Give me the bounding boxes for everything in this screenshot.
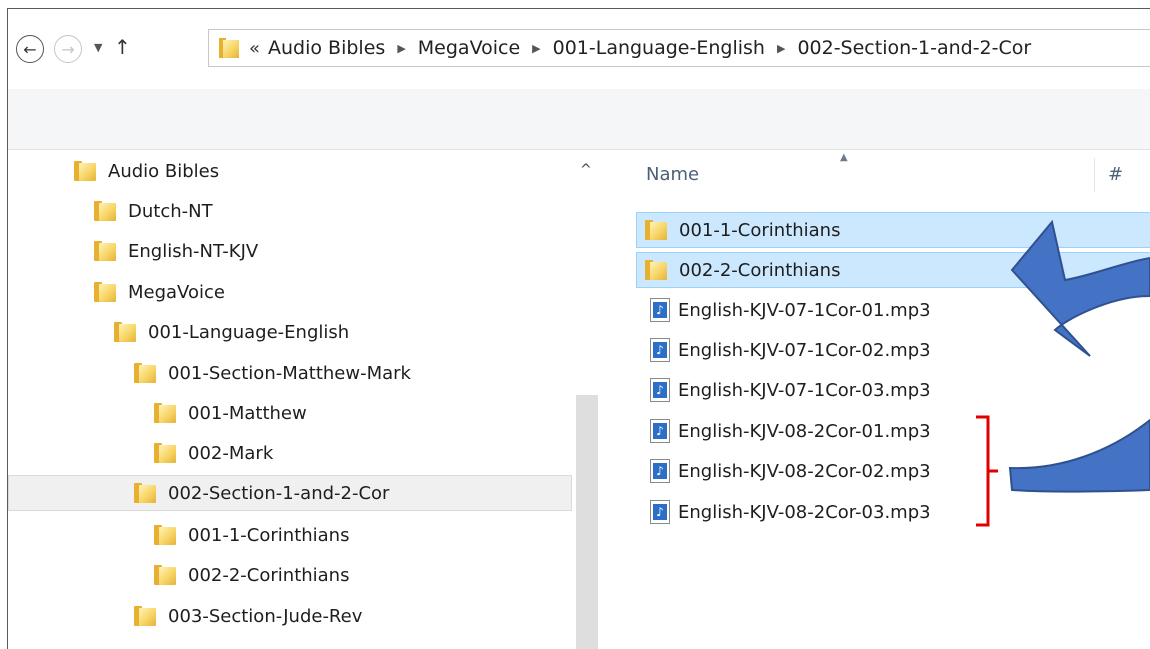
breadcrumb-megavoice[interactable]: MegaVoice bbox=[418, 37, 520, 59]
audio-file-icon: ♪ bbox=[650, 338, 670, 362]
folder-icon bbox=[94, 201, 116, 221]
file-name: 002-2-Corinthians bbox=[679, 259, 841, 281]
file-row-1-corinthians[interactable]: 001-1-Corinthians bbox=[636, 212, 1150, 248]
tree-item-section-matthew-mark[interactable]: 001-Section-Matthew-Mark bbox=[134, 358, 411, 388]
file-name: English-KJV-08-2Cor-01.mp3 bbox=[678, 420, 931, 442]
column-separator[interactable] bbox=[1094, 158, 1095, 192]
tree-item-label: 001-Section-Matthew-Mark bbox=[168, 362, 411, 384]
file-row-2cor-02[interactable]: ♪ English-KJV-08-2Cor-02.mp3 bbox=[636, 454, 931, 488]
up-folder-button[interactable]: ↑ bbox=[114, 35, 131, 59]
file-name: 001-1-Corinthians bbox=[679, 219, 841, 241]
breadcrumb-language-english[interactable]: 001-Language-English bbox=[553, 37, 765, 59]
folder-icon bbox=[154, 403, 176, 423]
tree-item-section-1-and-2-cor[interactable]: 002-Section-1-and-2-Cor bbox=[8, 475, 572, 511]
tree-item-label: 002-Section-1-and-2-Cor bbox=[168, 482, 390, 504]
folder-icon bbox=[114, 322, 136, 342]
file-row-1cor-03[interactable]: ♪ English-KJV-07-1Cor-03.mp3 bbox=[636, 373, 931, 407]
tree-item-mark[interactable]: 002-Mark bbox=[154, 438, 273, 468]
tree-item-section-jude-rev[interactable]: 003-Section-Jude-Rev bbox=[134, 601, 362, 631]
sort-ascending-icon: ▲ bbox=[840, 152, 848, 163]
tree-item-language-english[interactable]: 001-Language-English bbox=[114, 317, 349, 347]
tree-item-label: 002-2-Corinthians bbox=[188, 564, 350, 586]
file-row-2-corinthians[interactable]: 002-2-Corinthians bbox=[636, 252, 1150, 288]
breadcrumb-separator-icon[interactable]: ▶ bbox=[777, 42, 785, 55]
toolbar-strip bbox=[8, 89, 1150, 150]
column-header-number[interactable]: # bbox=[1108, 164, 1123, 185]
scroll-up-button[interactable]: ^ bbox=[580, 162, 592, 178]
folder-icon bbox=[94, 241, 116, 261]
file-row-1cor-02[interactable]: ♪ English-KJV-07-1Cor-02.mp3 bbox=[636, 333, 931, 367]
breadcrumb-audio-bibles[interactable]: Audio Bibles bbox=[268, 37, 385, 59]
tree-item-label: English-NT-KJV bbox=[128, 240, 259, 262]
explorer-window: ← → ▼ ↑ « Audio Bibles ▶ MegaVoice ▶ 001… bbox=[7, 8, 1150, 649]
tree-item-label: 001-Matthew bbox=[188, 402, 307, 424]
tree-item-1-corinthians[interactable]: 001-1-Corinthians bbox=[154, 520, 349, 550]
folder-icon bbox=[134, 606, 156, 626]
tree-item-label: MegaVoice bbox=[128, 281, 225, 303]
breadcrumb-overflow-button[interactable]: « bbox=[249, 38, 260, 59]
scrollbar-track[interactable] bbox=[576, 395, 598, 649]
tree-item-2-corinthians[interactable]: 002-2-Corinthians bbox=[154, 560, 349, 590]
folder-icon bbox=[94, 282, 116, 302]
tree-item-dutch-nt[interactable]: Dutch-NT bbox=[94, 196, 213, 226]
file-list: ▲ Name # 001-1-Corinthians 002-2-Corinth… bbox=[610, 150, 1150, 649]
recent-locations-dropdown[interactable]: ▼ bbox=[94, 41, 102, 54]
audio-file-icon: ♪ bbox=[650, 459, 670, 483]
forward-arrow-icon: → bbox=[61, 39, 75, 59]
tree-item-label: 001-1-Corinthians bbox=[188, 524, 350, 546]
tree-item-audio-bibles[interactable]: Audio Bibles bbox=[74, 156, 219, 186]
audio-file-icon: ♪ bbox=[650, 378, 670, 402]
navigation-pane: ^ Audio Bibles Dutch-NT English-NT-KJV M… bbox=[8, 150, 598, 649]
tree-item-label: 001-Language-English bbox=[148, 321, 350, 343]
folder-icon bbox=[645, 260, 667, 280]
audio-file-icon: ♪ bbox=[650, 500, 670, 524]
column-header-name[interactable]: Name bbox=[646, 164, 699, 185]
breadcrumb-section-1-and-2-cor[interactable]: 002-Section-1-and-2-Cor bbox=[797, 37, 1031, 59]
tree-item-label: 003-Section-Jude-Rev bbox=[168, 605, 363, 627]
file-name: English-KJV-08-2Cor-03.mp3 bbox=[678, 501, 931, 523]
tree-item-megavoice[interactable]: MegaVoice bbox=[94, 277, 225, 307]
audio-file-icon: ♪ bbox=[650, 419, 670, 443]
navigation-bar: ← → ▼ ↑ « Audio Bibles ▶ MegaVoice ▶ 001… bbox=[8, 9, 1150, 89]
breadcrumb-separator-icon[interactable]: ▶ bbox=[397, 42, 405, 55]
audio-file-icon: ♪ bbox=[650, 298, 670, 322]
file-name: English-KJV-08-2Cor-02.mp3 bbox=[678, 460, 931, 482]
file-name: English-KJV-07-1Cor-03.mp3 bbox=[678, 379, 931, 401]
folder-icon bbox=[154, 565, 176, 585]
tree-item-matthew[interactable]: 001-Matthew bbox=[154, 398, 307, 428]
column-header-row: ▲ Name # bbox=[610, 150, 1150, 194]
address-bar[interactable]: « Audio Bibles ▶ MegaVoice ▶ 001-Languag… bbox=[208, 29, 1150, 67]
folder-icon bbox=[219, 38, 239, 58]
file-row-2cor-03[interactable]: ♪ English-KJV-08-2Cor-03.mp3 bbox=[636, 495, 931, 529]
file-name: English-KJV-07-1Cor-02.mp3 bbox=[678, 339, 931, 361]
folder-icon bbox=[134, 483, 156, 503]
tree-item-label: Audio Bibles bbox=[108, 160, 220, 182]
file-row-2cor-01[interactable]: ♪ English-KJV-08-2Cor-01.mp3 bbox=[636, 414, 931, 448]
folder-icon bbox=[134, 363, 156, 383]
folder-icon bbox=[154, 525, 176, 545]
folder-icon bbox=[154, 443, 176, 463]
back-button[interactable]: ← bbox=[16, 35, 44, 63]
breadcrumb-separator-icon[interactable]: ▶ bbox=[532, 42, 540, 55]
tree-item-label: Dutch-NT bbox=[128, 200, 213, 222]
tree-item-english-nt-kjv[interactable]: English-NT-KJV bbox=[94, 236, 258, 266]
forward-button[interactable]: → bbox=[54, 35, 82, 63]
back-arrow-icon: ← bbox=[23, 39, 37, 59]
pane-divider[interactable] bbox=[598, 150, 610, 649]
folder-icon bbox=[645, 220, 667, 240]
file-name: English-KJV-07-1Cor-01.mp3 bbox=[678, 299, 931, 321]
breadcrumb: Audio Bibles ▶ MegaVoice ▶ 001-Language-… bbox=[268, 37, 1031, 59]
tree-item-label: 002-Mark bbox=[188, 442, 274, 464]
file-row-1cor-01[interactable]: ♪ English-KJV-07-1Cor-01.mp3 bbox=[636, 293, 931, 327]
folder-icon bbox=[74, 161, 96, 181]
